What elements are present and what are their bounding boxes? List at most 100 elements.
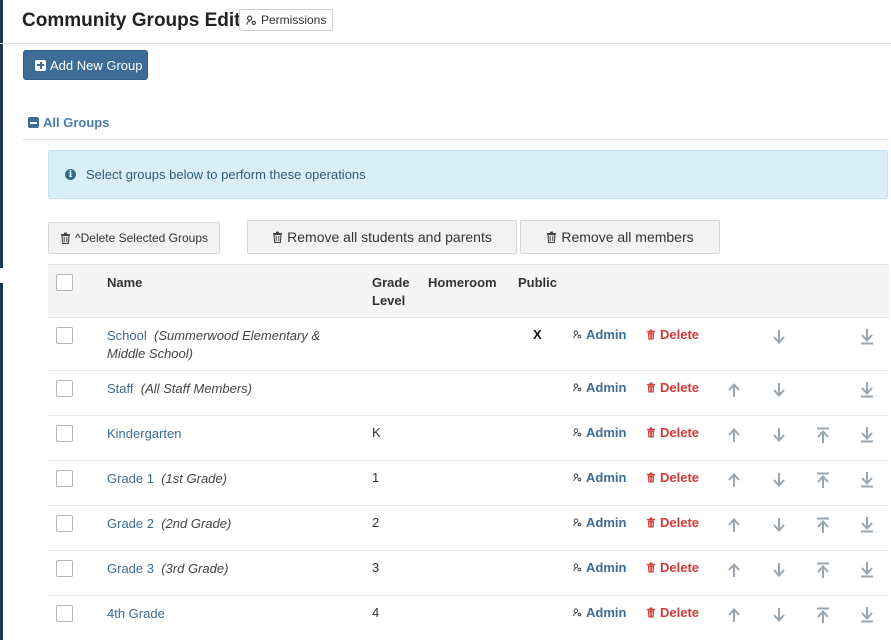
- remove-students-parents-label: Remove all students and parents: [287, 229, 492, 245]
- delete-link[interactable]: Delete: [646, 470, 699, 485]
- group-name-link[interactable]: Grade 1: [107, 471, 154, 486]
- move-to-bottom-arrow-icon[interactable]: [860, 382, 874, 398]
- group-name-link[interactable]: 4th Grade: [107, 606, 165, 621]
- remove-all-members-button[interactable]: Remove all members: [520, 220, 720, 254]
- group-name-link[interactable]: School: [107, 328, 147, 343]
- delete-label: Delete: [660, 560, 700, 575]
- row-select-checkbox[interactable]: [56, 470, 73, 487]
- move-down-arrow-icon[interactable]: [772, 472, 786, 488]
- row-select-checkbox[interactable]: [56, 380, 73, 397]
- admin-link[interactable]: Admin: [573, 425, 626, 440]
- group-name-cell: Staff (All Staff Members): [107, 380, 357, 398]
- table-row: Grade 1 (1st Grade) 1 Admin Delete: [48, 461, 889, 506]
- column-grade-level-line1: Grade: [372, 275, 410, 290]
- move-to-bottom-arrow-icon[interactable]: [860, 517, 874, 533]
- remove-all-members-label: Remove all members: [561, 229, 694, 245]
- row-select-checkbox[interactable]: [56, 560, 73, 577]
- move-to-top-arrow-icon[interactable]: [816, 562, 830, 578]
- group-name-cell: Grade 2 (2nd Grade): [107, 515, 357, 533]
- group-name-link[interactable]: Grade 2: [107, 516, 154, 531]
- row-select-checkbox[interactable]: [56, 327, 73, 344]
- column-grade-level-line2: Level: [372, 293, 406, 308]
- delete-link[interactable]: Delete: [646, 560, 699, 575]
- admin-link[interactable]: Admin: [573, 470, 626, 485]
- group-name-link[interactable]: Kindergarten: [107, 426, 181, 441]
- move-up-arrow-icon[interactable]: [727, 607, 741, 623]
- row-select-checkbox[interactable]: [56, 425, 73, 442]
- trash-icon: [646, 517, 656, 528]
- info-circle-icon: i: [65, 169, 76, 180]
- delete-link[interactable]: Delete: [646, 605, 699, 620]
- delete-label: Delete: [660, 515, 700, 530]
- trash-icon: [60, 232, 70, 244]
- trash-icon: [646, 472, 656, 483]
- move-down-arrow-icon[interactable]: [772, 329, 786, 345]
- user-key-icon: [246, 15, 256, 25]
- delete-label: Delete: [660, 380, 700, 395]
- move-down-arrow-icon[interactable]: [772, 427, 786, 443]
- move-to-bottom-arrow-icon[interactable]: [860, 607, 874, 623]
- column-grade-level: Grade Level: [372, 274, 410, 310]
- admin-link[interactable]: Admin: [573, 605, 626, 620]
- delete-link[interactable]: Delete: [646, 425, 699, 440]
- group-name-cell: School (Summerwood Elementary & Middle S…: [107, 327, 357, 363]
- delete-label: Delete: [660, 327, 700, 342]
- move-up-arrow-icon[interactable]: [727, 517, 741, 533]
- info-message: Select groups below to perform these ope…: [86, 167, 366, 182]
- move-down-arrow-icon[interactable]: [772, 517, 786, 533]
- delete-link[interactable]: Delete: [646, 380, 699, 395]
- group-name-cell: 4th Grade: [107, 605, 357, 623]
- trash-icon: [273, 231, 283, 243]
- move-to-bottom-arrow-icon[interactable]: [860, 472, 874, 488]
- grade-level-cell: K: [372, 425, 381, 440]
- move-to-top-arrow-icon[interactable]: [816, 607, 830, 623]
- trash-icon: [646, 562, 656, 573]
- add-new-group-button[interactable]: Add New Group: [23, 50, 148, 80]
- select-all-checkbox[interactable]: [56, 274, 73, 291]
- move-down-arrow-icon[interactable]: [772, 382, 786, 398]
- info-alert: i Select groups below to perform these o…: [48, 150, 888, 199]
- move-up-arrow-icon[interactable]: [727, 382, 741, 398]
- delete-link[interactable]: Delete: [646, 327, 699, 342]
- group-name-link[interactable]: Staff: [107, 381, 134, 396]
- move-up-arrow-icon[interactable]: [727, 427, 741, 443]
- delete-selected-label: ^Delete Selected Groups: [74, 231, 209, 245]
- group-name-link[interactable]: Grade 3: [107, 561, 154, 576]
- row-select-checkbox[interactable]: [56, 605, 73, 622]
- table-header: Name Grade Level Homeroom Public: [48, 264, 889, 318]
- move-to-top-arrow-icon[interactable]: [816, 472, 830, 488]
- remove-students-parents-button[interactable]: Remove all students and parents: [247, 220, 517, 254]
- grade-level-cell: 1: [372, 470, 380, 485]
- row-select-checkbox[interactable]: [56, 515, 73, 532]
- admin-link[interactable]: Admin: [573, 515, 626, 530]
- move-down-arrow-icon[interactable]: [772, 562, 786, 578]
- move-down-arrow-icon[interactable]: [772, 607, 786, 623]
- move-up-arrow-icon[interactable]: [727, 562, 741, 578]
- delete-link[interactable]: Delete: [646, 515, 699, 530]
- admin-link[interactable]: Admin: [573, 560, 626, 575]
- admin-label: Admin: [586, 605, 627, 620]
- admin-link[interactable]: Admin: [573, 380, 626, 395]
- all-groups-toggle[interactable]: All Groups: [23, 112, 889, 140]
- user-key-icon: [573, 428, 582, 437]
- move-to-bottom-arrow-icon[interactable]: [860, 562, 874, 578]
- move-to-bottom-arrow-icon[interactable]: [860, 427, 874, 443]
- window-edge: [0, 283, 3, 640]
- group-description: (3rd Grade): [161, 561, 229, 576]
- move-to-bottom-arrow-icon[interactable]: [860, 329, 874, 345]
- page-header: Community Groups Edit Permissions: [0, 0, 891, 44]
- table-row: 4th Grade 4 Admin Delete: [48, 596, 889, 640]
- group-name-cell: Kindergarten: [107, 425, 357, 443]
- group-description: (2nd Grade): [161, 516, 232, 531]
- admin-link[interactable]: Admin: [573, 327, 626, 342]
- plus-square-icon: [35, 59, 46, 71]
- permissions-button[interactable]: Permissions: [239, 9, 334, 31]
- permissions-label: Permissions: [261, 13, 327, 27]
- table-row: Staff (All Staff Members) Admin Delete: [48, 371, 889, 416]
- move-to-top-arrow-icon[interactable]: [816, 517, 830, 533]
- public-cell: X: [533, 327, 542, 342]
- delete-selected-groups-button[interactable]: ^Delete Selected Groups: [48, 222, 220, 254]
- move-to-top-arrow-icon[interactable]: [816, 427, 830, 443]
- move-up-arrow-icon[interactable]: [727, 472, 741, 488]
- admin-label: Admin: [586, 470, 627, 485]
